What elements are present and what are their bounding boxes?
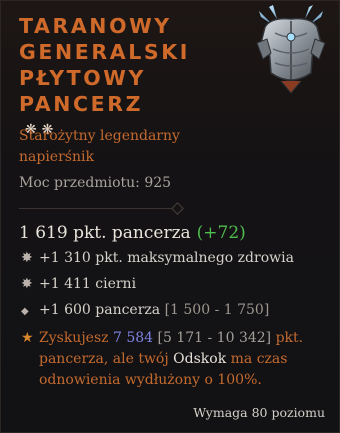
rarity-line: Starożytny legendarny <box>19 128 180 144</box>
affix-text: +1 310 pkt. maksymalnego zdrowia <box>39 250 294 266</box>
affix-range: [1 500 - 1 750] <box>164 302 270 318</box>
armor-gain: (+72) <box>196 223 246 243</box>
legendary-star-icon: ★ <box>21 330 34 346</box>
affix-text: +1 600 pancerza <box>39 302 165 318</box>
aspect-value: 7 584 <box>112 330 154 346</box>
item-title: Taranowy generalski płytowy pancerz ❋ ❋ <box>19 13 255 143</box>
level-requirement: Wymaga 80 poziomu <box>193 405 325 420</box>
title-line: płytowy <box>19 66 146 90</box>
chest-armor-icon <box>256 5 326 94</box>
armor-text: 1 619 pkt. pancerza <box>19 223 191 243</box>
affix-text: +1 411 cierni <box>39 276 137 292</box>
legendary-aspect: ★ Zyskujesz 7 584 [5 171 - 10 342] pkt. … <box>21 328 321 391</box>
item-power: Moc przedmiotu: 925 <box>19 175 172 191</box>
title-line: pancerz <box>19 92 144 116</box>
item-tooltip: Taranowy generalski płytowy pancerz ❋ ❋ S… <box>0 0 340 433</box>
aspect-skill: Odskok <box>173 351 227 367</box>
item-type-line: napierśnik <box>19 149 94 165</box>
armor-value: 1 619 pkt. pancerza (+72) <box>19 223 246 243</box>
divider-ornament <box>171 202 184 215</box>
affix-row: ◆ +1 600 pancerza [1 500 - 1 750] <box>21 302 269 318</box>
aspect-text: Zyskujesz <box>39 330 113 346</box>
greater-affix-icon: ✸ <box>21 250 33 266</box>
affix-row: ✸ +1 310 pkt. maksymalnego zdrowia <box>21 250 294 266</box>
divider <box>19 208 177 209</box>
greater-affix-icon: ✸ <box>21 276 33 292</box>
title-line: Taranowy <box>19 14 172 38</box>
item-rarity-type: Starożytny legendarny napierśnik <box>19 126 259 168</box>
affix-diamond-icon: ◆ <box>21 306 29 317</box>
affix-row: ✸ +1 411 cierni <box>21 276 136 292</box>
aspect-range: [5 171 - 10 342] <box>153 330 272 346</box>
title-line: generalski <box>19 40 190 64</box>
